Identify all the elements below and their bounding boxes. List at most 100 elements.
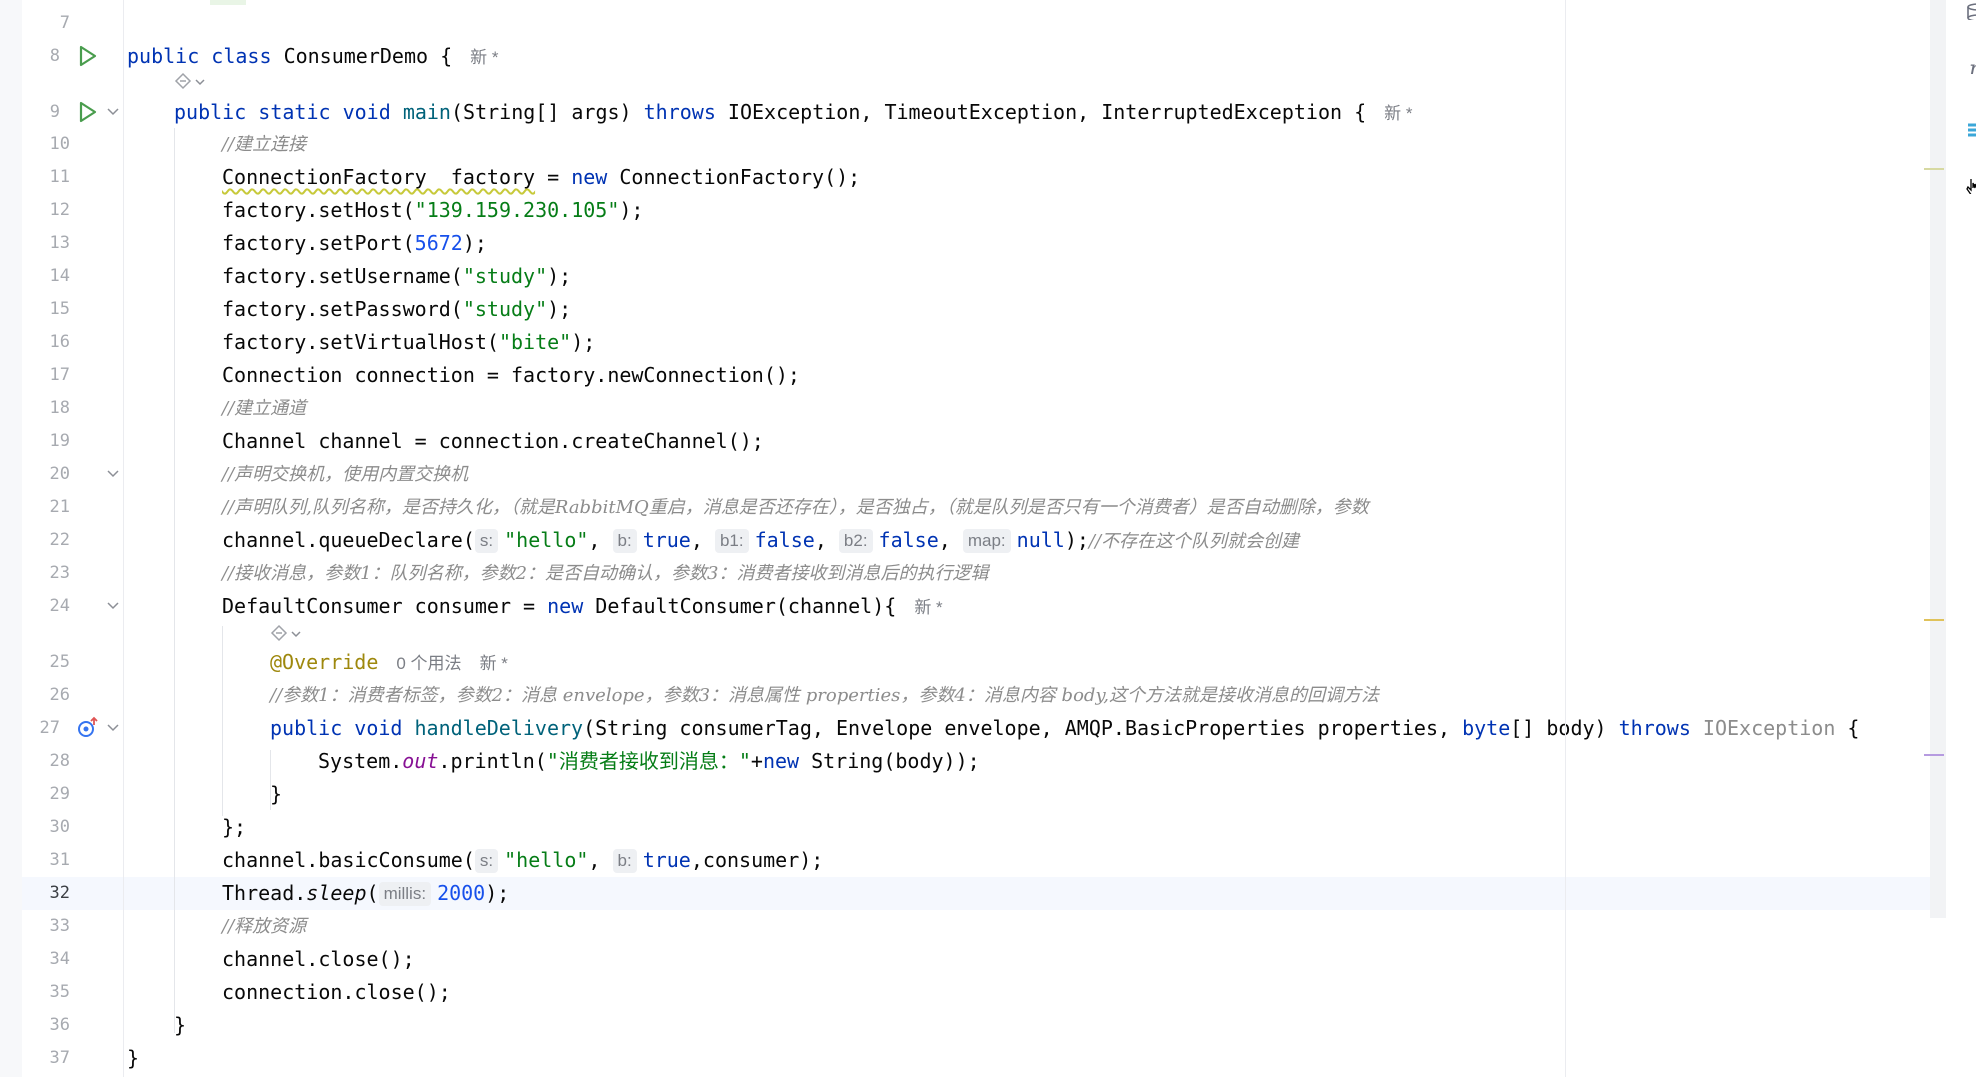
code-comment[interactable]: //参数1：消费者标签，参数2：消息 envelope，参数3：消息属性 pro… bbox=[270, 679, 1379, 712]
code-line[interactable]: 21 //声明队列,队列名称，是否持久化，（就是RabbitMQ重启，消息是否还… bbox=[0, 491, 1932, 524]
code-text[interactable]: public class ConsumerDemo {新 * bbox=[127, 40, 499, 74]
code-line[interactable]: 16 factory.setVirtualHost("bite"); bbox=[0, 326, 1932, 359]
code-comment[interactable]: //声明交换机，使用内置交换机 bbox=[222, 458, 468, 491]
code-comment[interactable]: //声明队列,队列名称，是否持久化，（就是RabbitMQ重启，消息是否还存在）… bbox=[222, 491, 1369, 524]
code-line[interactable]: 15 factory.setPassword("study"); bbox=[0, 293, 1932, 326]
code-text[interactable]: Thread.sleep(millis: 2000); bbox=[222, 877, 509, 910]
right-margin-guide bbox=[1565, 0, 1566, 1077]
code-line[interactable]: 23 //接收消息，参数1：队列名称，参数2：是否自动确认，参数3：消费者接收到… bbox=[0, 557, 1932, 590]
top-partial-highlight bbox=[210, 0, 246, 5]
code-line[interactable]: 25 @Override 0 个用法新 * bbox=[0, 646, 1932, 679]
run-icon[interactable] bbox=[78, 45, 98, 67]
indent-guide bbox=[222, 626, 223, 816]
code-line[interactable]: 29 } bbox=[0, 778, 1932, 811]
code-line[interactable]: 37 } bbox=[0, 1042, 1932, 1075]
code-line[interactable]: 18 //建立通道 bbox=[0, 392, 1932, 425]
implementation-icon[interactable] bbox=[77, 716, 99, 738]
param-hint: b1: bbox=[714, 529, 749, 553]
code-line[interactable]: 31 channel.basicConsume(s: "hello", b: tru… bbox=[0, 844, 1932, 877]
indent-guide bbox=[174, 128, 175, 1033]
code-line[interactable]: 28 System.out.println("消费者接收到消息："+new St… bbox=[0, 745, 1932, 778]
code-text[interactable]: factory.setHost("139.159.230.105"); bbox=[222, 194, 643, 227]
code-line[interactable]: 26 //参数1：消费者标签，参数2：消息 envelope，参数3：消息属性 … bbox=[0, 679, 1932, 712]
code-line[interactable]: 11 ConnectionFactory factory = new Conne… bbox=[0, 161, 1932, 194]
code-line[interactable]: 20 //声明交换机，使用内置交换机 bbox=[0, 458, 1932, 491]
code-line[interactable]: 19 Channel channel = connection.createCh… bbox=[0, 425, 1932, 458]
code-line[interactable]: 13 factory.setPort(5672); bbox=[0, 227, 1932, 260]
run-icon[interactable] bbox=[78, 101, 98, 123]
code-text[interactable]: factory.setPort(5672); bbox=[222, 227, 487, 260]
code-comment[interactable]: //释放资源 bbox=[222, 910, 306, 943]
code-line[interactable]: 24 DefaultConsumer consumer = new Defaul… bbox=[0, 590, 1932, 623]
italic-r-icon[interactable]: r bbox=[1966, 56, 1976, 74]
code-text[interactable]: }; bbox=[222, 811, 246, 844]
code-editor[interactable]: 7 8 public class ConsumerDemo {新 * 9 pub… bbox=[0, 0, 1946, 1077]
inlay-author-hint[interactable]: 新 * bbox=[470, 48, 498, 67]
code-line[interactable]: 7 bbox=[0, 7, 1932, 40]
code-text[interactable]: factory.setPassword("study"); bbox=[222, 293, 571, 326]
code-text[interactable]: @Override 0 个用法新 * bbox=[270, 646, 508, 680]
code-text[interactable]: channel.close(); bbox=[222, 943, 415, 976]
gutter-separator bbox=[123, 0, 124, 1077]
code-line[interactable]: 35 connection.close(); bbox=[0, 976, 1932, 1009]
right-tool-strip: r bbox=[1946, 0, 1976, 1077]
code-comment[interactable]: //建立通道 bbox=[222, 392, 306, 425]
inline-actions-icon[interactable] bbox=[270, 624, 306, 644]
code-text[interactable]: channel.basicConsume(s: "hello", b: true,c… bbox=[222, 844, 823, 877]
code-text[interactable]: } bbox=[270, 778, 282, 811]
code-text[interactable]: } bbox=[127, 1042, 139, 1075]
code-line[interactable]: 36 } bbox=[0, 1009, 1932, 1042]
database-icon[interactable] bbox=[1966, 2, 1976, 20]
code-line[interactable]: 34 channel.close(); bbox=[0, 943, 1932, 976]
usages-hint[interactable]: 0 个用法 bbox=[396, 654, 461, 673]
param-hint: s: bbox=[474, 529, 499, 553]
code-text[interactable]: factory.setUsername("study"); bbox=[222, 260, 571, 293]
param-hint: map: bbox=[962, 529, 1011, 553]
fold-chevron-icon[interactable] bbox=[106, 467, 120, 481]
left-edge-strip bbox=[0, 0, 22, 1077]
inlay-author-hint[interactable]: 新 * bbox=[914, 598, 942, 617]
current-code-line[interactable]: 32 Thread.sleep(millis: 2000); bbox=[0, 877, 1932, 910]
code-text[interactable]: connection.close(); bbox=[222, 976, 451, 1009]
param-hint: s: bbox=[474, 849, 499, 873]
code-text[interactable]: } bbox=[174, 1009, 186, 1042]
fold-chevron-icon[interactable] bbox=[106, 105, 120, 119]
stripe-marker[interactable] bbox=[1924, 754, 1944, 756]
hand-pointer-icon bbox=[1966, 179, 1976, 194]
code-line[interactable]: 17 Connection connection = factory.newCo… bbox=[0, 359, 1932, 392]
code-text[interactable]: Channel channel = connection.createChann… bbox=[222, 425, 764, 458]
fold-chevron-icon[interactable] bbox=[106, 599, 120, 613]
code-line[interactable]: 30 }; bbox=[0, 811, 1932, 844]
code-line[interactable]: 10 //建立连接 bbox=[0, 128, 1932, 161]
code-line[interactable]: 9 public static void main(String[] args)… bbox=[0, 96, 1932, 129]
code-text[interactable]: factory.setVirtualHost("bite"); bbox=[222, 326, 595, 359]
code-line[interactable]: 8 public class ConsumerDemo {新 * bbox=[0, 40, 1932, 73]
stack-icon[interactable] bbox=[1966, 120, 1976, 138]
stripe-marker[interactable] bbox=[1924, 619, 1944, 621]
code-line[interactable]: 22 channel.queueDeclare(s: "hello", b: tru… bbox=[0, 524, 1932, 557]
indent-guide bbox=[270, 750, 271, 810]
code-text[interactable]: ConnectionFactory factory = new Connecti… bbox=[222, 161, 860, 194]
vertical-scrollbar[interactable] bbox=[1930, 0, 1946, 918]
code-line[interactable]: 14 factory.setUsername("study"); bbox=[0, 260, 1932, 293]
fold-chevron-icon[interactable] bbox=[106, 721, 120, 735]
code-line[interactable]: 33 //释放资源 bbox=[0, 910, 1932, 943]
param-hint: b: bbox=[612, 849, 637, 873]
code-text[interactable]: System.out.println("消费者接收到消息："+new Strin… bbox=[318, 745, 980, 778]
stripe-marker[interactable] bbox=[1924, 168, 1944, 170]
param-hint: b2: bbox=[838, 529, 873, 553]
inlay-author-hint[interactable]: 新 * bbox=[480, 654, 508, 673]
code-text[interactable]: public static void main(String[] args) t… bbox=[174, 96, 1412, 130]
code-line[interactable]: 12 factory.setHost("139.159.230.105"); bbox=[0, 194, 1932, 227]
param-hint: millis: bbox=[378, 882, 432, 906]
code-line[interactable]: 27 public void handleDelivery(String con… bbox=[0, 712, 1932, 745]
code-comment[interactable]: //建立连接 bbox=[222, 128, 306, 161]
code-text[interactable]: public void handleDelivery(String consum… bbox=[270, 712, 1859, 745]
code-text[interactable]: channel.queueDeclare(s: "hello", b: true, … bbox=[222, 524, 1299, 558]
code-comment[interactable]: //接收消息，参数1：队列名称，参数2：是否自动确认，参数3：消费者接收到消息后… bbox=[222, 557, 988, 590]
inlay-author-hint[interactable]: 新 * bbox=[1384, 104, 1412, 123]
inline-actions-icon[interactable] bbox=[174, 72, 210, 92]
param-hint: b: bbox=[612, 529, 637, 553]
code-text[interactable]: DefaultConsumer consumer = new DefaultCo… bbox=[222, 590, 943, 624]
code-text[interactable]: Connection connection = factory.newConne… bbox=[222, 359, 800, 392]
